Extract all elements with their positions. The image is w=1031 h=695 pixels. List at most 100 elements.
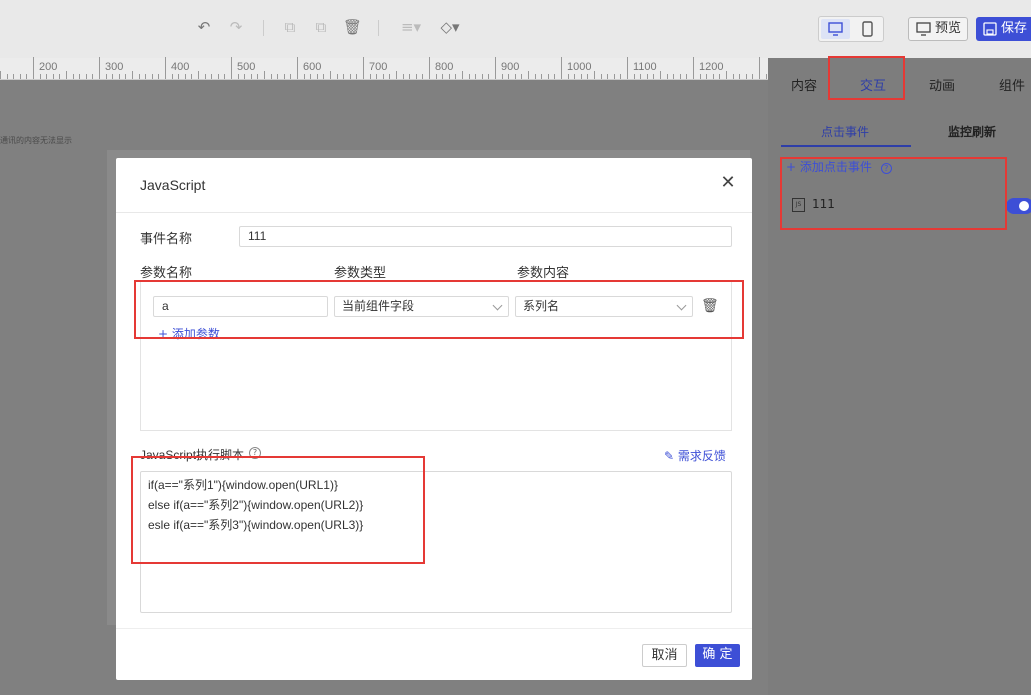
ruler-tick [244,74,245,79]
ruler-tick [733,74,734,79]
ruler-tick [680,74,681,79]
ruler-tick [535,74,536,79]
ruler-tick [92,74,93,79]
device-switch [818,16,884,42]
redo-icon[interactable]: ↷ [227,18,245,36]
ruler-tick [561,57,562,79]
save-label: 保存 [1001,21,1028,36]
toggle-knob [1019,201,1029,211]
ruler-tick [152,74,153,79]
tab-component[interactable]: 组件 [999,75,1025,94]
mobile-view-button[interactable] [853,19,882,39]
phone-icon [862,21,873,37]
ruler-tick [429,57,430,79]
delete-icon[interactable]: 🗑 [343,18,362,36]
ruler-tick [238,74,239,79]
feedback-label: 需求反馈 [677,449,726,463]
confirm-button[interactable]: 确 定 [695,644,740,667]
ruler-tick [304,74,305,79]
ruler-tick [0,71,1,79]
copy-icon[interactable]: ⧉ [281,18,299,36]
ruler-tick [508,74,509,79]
event-enable-toggle[interactable] [1006,198,1031,214]
ruler-tick [746,74,747,79]
ruler-tick [310,74,311,79]
ruler-tick [601,74,602,79]
right-panel: 内容 交互 动画 组件 点击事件 监控刷新 + 添加点击事件 ? JS 111 [768,58,1031,695]
paste-icon[interactable]: ⧉ [312,18,330,36]
ruler-tick [231,57,232,79]
tab-animation[interactable]: 动画 [929,75,955,94]
ruler-tick [482,74,483,79]
preview-button[interactable]: 预览 [908,17,968,41]
subtab-monitor-refresh[interactable]: 监控刷新 [948,123,996,140]
event-name-input[interactable]: 111 [239,226,732,247]
ruler-tick [383,74,384,79]
ruler-tick [370,74,371,79]
ruler-tick [706,74,707,79]
ruler-label: 1100 [633,61,657,73]
ruler-tick [20,74,21,79]
undo-icon[interactable]: ↶ [195,18,213,36]
ruler-tick [198,71,199,79]
ruler-label: 400 [171,61,190,73]
ruler-tick [7,74,8,79]
ruler-tick [502,74,503,79]
ruler-tick [376,74,377,79]
subtab-active-indicator [781,145,911,147]
ruler-tick [409,74,410,79]
ruler-tick [158,74,159,79]
ruler-label: 500 [237,61,256,73]
ruler-tick [132,71,133,79]
highlight-box-interaction-tab [828,56,905,100]
ruler-tick [330,71,331,79]
ruler-tick [594,71,595,79]
dialog-title: JavaScript [140,177,206,193]
ruler-tick [264,71,265,79]
ruler-tick [112,74,113,79]
ruler-tick [739,74,740,79]
ruler-tick [462,71,463,79]
tab-content[interactable]: 内容 [791,75,817,94]
ruler-tick [759,57,760,79]
toolbar-divider [378,20,379,36]
save-button[interactable]: 保存 [976,17,1031,41]
ruler-tick [317,74,318,79]
ruler-tick [277,74,278,79]
ruler-label: 600 [303,61,322,73]
ruler-tick [46,74,47,79]
ruler-tick [396,71,397,79]
ruler-tick [449,74,450,79]
preview-label: 预览 [935,21,962,36]
ruler-tick [521,74,522,79]
ruler-tick [541,74,542,79]
ruler-tick [587,74,588,79]
feedback-link[interactable]: ✎ 需求反馈 [664,447,726,464]
subtab-click-event[interactable]: 点击事件 [821,123,869,140]
ruler-tick [350,74,351,79]
layers-icon[interactable]: ◇▾ [437,18,463,36]
ruler-tick [185,74,186,79]
ruler-label: 200 [39,61,58,73]
ruler-tick [290,74,291,79]
save-icon [983,22,997,36]
align-icon[interactable]: ≡▾ [398,18,424,36]
ruler-tick [495,57,496,79]
ruler-tick [673,74,674,79]
ruler-tick [389,74,390,79]
ruler-tick [647,74,648,79]
ruler-tick [106,74,107,79]
ruler-tick [403,74,404,79]
ruler-label: 300 [105,61,124,73]
ruler-tick [257,74,258,79]
javascript-dialog: JavaScript ✕ 事件名称 111 参数名称 参数类型 参数内容 a 当… [116,158,752,680]
ruler-tick [40,74,41,79]
desktop-view-button[interactable] [821,19,850,39]
ruler-tick [442,74,443,79]
ruler-tick [125,74,126,79]
horizontal-ruler: 200 300 400 500 600 700 800 900 1000 1100 1200 [0,57,768,80]
ruler-tick [165,57,166,79]
cancel-button[interactable]: 取消 [642,644,687,667]
ruler-label: 1000 [567,61,592,73]
close-icon[interactable]: ✕ [720,174,736,192]
